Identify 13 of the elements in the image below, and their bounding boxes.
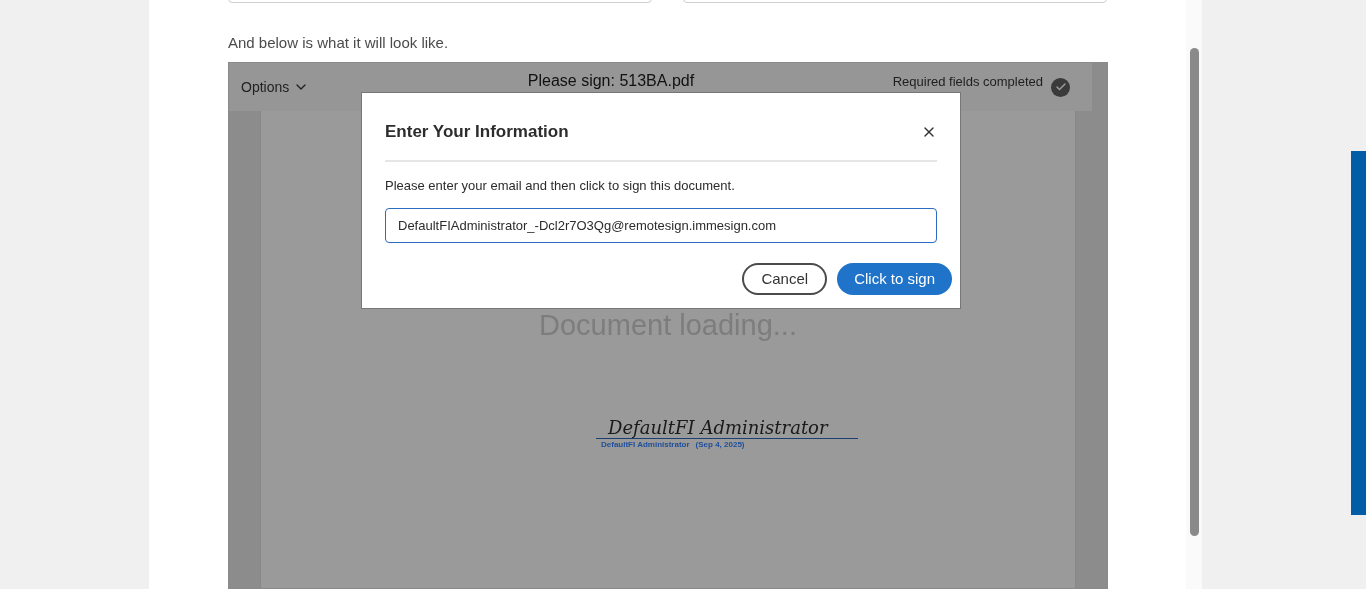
options-button[interactable]: Options — [241, 76, 310, 98]
dialog-title: Enter Your Information — [385, 121, 569, 143]
status-text: Required fields completed — [892, 74, 1043, 90]
cancel-button[interactable]: Cancel — [742, 263, 828, 295]
signature-script: DefaultFI Administrator — [596, 417, 858, 439]
sign-button[interactable]: Click to sign — [837, 263, 952, 295]
intro-text: And below is what it will look like. — [228, 33, 450, 53]
dialog-message: Please enter your email and then click to sign this document. — [385, 176, 736, 195]
document-title: Please sign: 513BA.pdf — [527, 72, 695, 90]
scrollbar-thumb[interactable] — [1189, 48, 1199, 536]
sign-date: (Sep 4, 2025) — [695, 438, 745, 451]
signer-name: DefaultFI Administrator — [601, 438, 690, 451]
email-field[interactable]: DefaultFIAdministrator_-Dcl2r7O3Qg@remotesign.immesign.com — [385, 208, 937, 243]
